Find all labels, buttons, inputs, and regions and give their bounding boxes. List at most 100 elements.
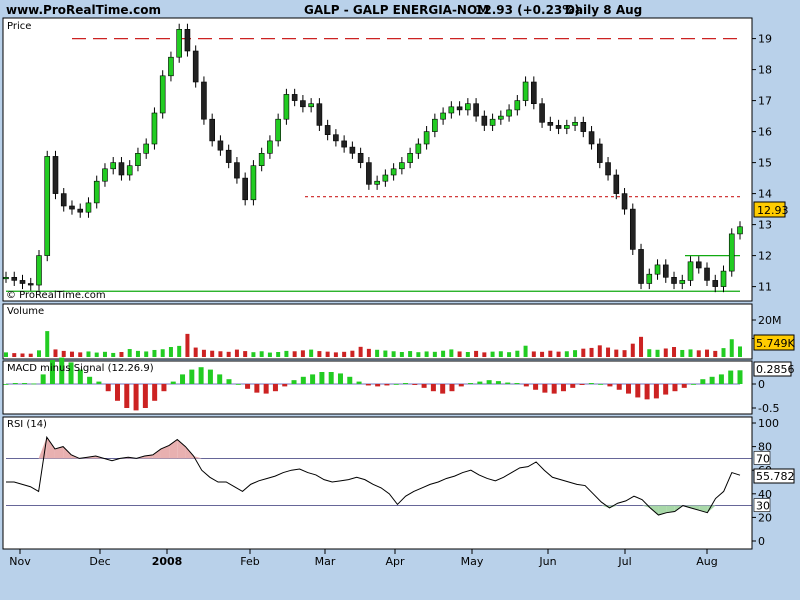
macd-bar bbox=[505, 382, 511, 384]
volume-bar bbox=[325, 351, 330, 357]
candle-body bbox=[506, 109, 512, 117]
macd-bar bbox=[626, 384, 632, 394]
macd-bar bbox=[523, 384, 529, 387]
macd-bar bbox=[598, 384, 604, 385]
macd-bar bbox=[310, 374, 316, 384]
candle-body bbox=[473, 103, 479, 117]
candle-body bbox=[737, 226, 743, 235]
volume-bar bbox=[350, 350, 355, 357]
candle-body bbox=[448, 106, 455, 114]
candle-body bbox=[225, 149, 232, 163]
macd-bar bbox=[579, 384, 585, 385]
candle-body bbox=[77, 208, 84, 213]
last-price-value: 12.93 bbox=[757, 204, 789, 217]
volume-bar bbox=[490, 351, 495, 357]
candle-body bbox=[498, 115, 504, 120]
volume-bar bbox=[589, 347, 594, 357]
volume-bar bbox=[630, 343, 635, 357]
candle-body bbox=[613, 174, 620, 194]
candle-body bbox=[465, 103, 471, 111]
candle-body bbox=[308, 103, 314, 108]
volume-bar bbox=[251, 352, 256, 357]
macd-bar bbox=[495, 381, 501, 384]
volume-bar bbox=[531, 351, 536, 357]
macd-bar bbox=[347, 376, 353, 384]
candle-body bbox=[366, 162, 372, 185]
time-axis-label: Jul bbox=[617, 555, 631, 568]
macd-bar bbox=[691, 384, 697, 385]
macd-bar bbox=[449, 384, 455, 392]
candle-body bbox=[720, 270, 727, 287]
candle-body bbox=[605, 162, 611, 176]
candle-body bbox=[481, 115, 488, 126]
volume-bar bbox=[234, 349, 239, 357]
candle-body bbox=[126, 165, 133, 176]
candle-body bbox=[580, 122, 587, 132]
candle-body bbox=[27, 283, 34, 286]
macd-bar bbox=[709, 376, 715, 384]
volume-bar bbox=[20, 353, 25, 357]
macd-bar bbox=[365, 384, 371, 386]
candle-body bbox=[662, 264, 669, 278]
volume-bar bbox=[713, 350, 718, 357]
candle-body bbox=[300, 100, 306, 108]
volume-bar bbox=[622, 350, 627, 357]
candle-body bbox=[168, 56, 174, 77]
macd-bar bbox=[412, 384, 418, 385]
volume-bar bbox=[12, 353, 17, 357]
price-axis-label: 19 bbox=[758, 33, 772, 46]
candle-body bbox=[712, 280, 719, 287]
macd-bar bbox=[105, 384, 111, 392]
volume-bar bbox=[564, 351, 569, 357]
candle-body bbox=[159, 75, 166, 114]
candle-body bbox=[456, 106, 463, 111]
volume-bar bbox=[267, 352, 272, 357]
time-axis-label: 2008 bbox=[152, 555, 183, 568]
volume-bar bbox=[45, 331, 50, 357]
macd-bar bbox=[440, 384, 446, 394]
volume-bar bbox=[160, 349, 165, 357]
volume-bar bbox=[358, 346, 363, 357]
candle-body bbox=[19, 280, 26, 284]
candle-body bbox=[374, 180, 380, 185]
volume-bar bbox=[218, 351, 223, 357]
macd-bar bbox=[226, 379, 232, 384]
candle-body bbox=[423, 131, 430, 145]
macd-bar bbox=[328, 372, 334, 384]
macd-bar bbox=[681, 384, 687, 388]
macd-bar bbox=[161, 384, 167, 392]
macd-bar bbox=[570, 384, 576, 388]
macd-bar bbox=[542, 384, 548, 393]
volume-bar bbox=[556, 351, 561, 357]
volume-bar bbox=[507, 352, 512, 357]
rsi-panel[interactable] bbox=[2, 416, 753, 550]
candle-body bbox=[704, 267, 710, 281]
volume-bar bbox=[729, 339, 734, 357]
volume-bar bbox=[523, 345, 528, 357]
candle-body bbox=[258, 153, 265, 167]
candle-body bbox=[324, 125, 331, 136]
macd-bar bbox=[40, 374, 46, 384]
candle-body bbox=[102, 168, 108, 182]
price-axis-label: 14 bbox=[758, 188, 772, 201]
chart-canvas[interactable]: 11 12 13 14 15 16 17 18 19 Nov Dec 2008 Feb Mar Apr May… bbox=[0, 0, 800, 600]
volume-bar bbox=[366, 348, 371, 357]
candle-body bbox=[629, 208, 636, 250]
candle-body bbox=[514, 100, 521, 111]
candle-body bbox=[539, 103, 545, 123]
candle-body bbox=[333, 134, 339, 142]
volume-axis-label: 20M bbox=[758, 314, 782, 327]
candle-body bbox=[192, 50, 199, 83]
candle-body bbox=[118, 162, 125, 176]
macd-bar bbox=[263, 384, 269, 394]
macd-bar bbox=[300, 376, 306, 384]
candle-body bbox=[36, 255, 42, 286]
candle-body bbox=[69, 205, 75, 210]
macd-bar bbox=[375, 384, 381, 387]
macd-bar bbox=[737, 370, 743, 384]
candle-body bbox=[407, 153, 413, 163]
volume-bar bbox=[284, 350, 289, 357]
volume-bar bbox=[655, 349, 660, 357]
macd-bar bbox=[142, 384, 148, 408]
candle-body bbox=[687, 261, 694, 281]
